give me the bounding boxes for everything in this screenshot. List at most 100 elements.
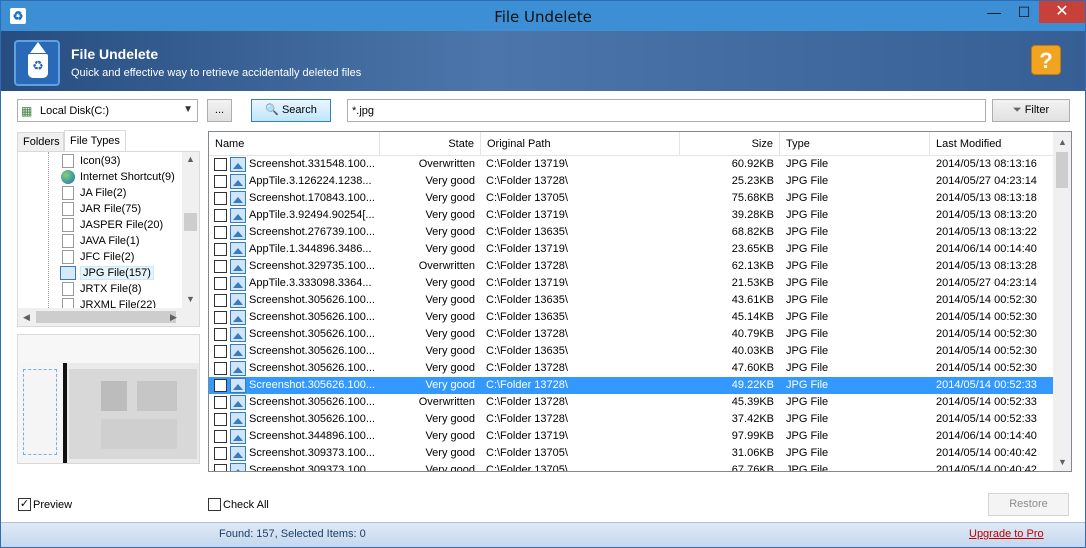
row-checkbox[interactable] [214, 430, 227, 443]
cell-last-modified: 2014/05/14 00:40:42 [936, 447, 1037, 459]
row-checkbox[interactable] [214, 175, 227, 188]
row-checkbox[interactable] [214, 345, 227, 358]
table-row[interactable]: Screenshot.309373.100... Very good C:\Fold… [209, 445, 1054, 462]
table-row[interactable]: Screenshot.305626.100... Very good C:\Fold… [209, 377, 1054, 394]
tab-folders[interactable]: Folders [17, 132, 64, 152]
table-row[interactable]: Screenshot.344896.100... Very good C:\Fold… [209, 428, 1054, 445]
table-row[interactable]: Screenshot.309373.100... Very good C:\Fold… [209, 462, 1054, 471]
column-header-last-modified[interactable]: Last Modified [930, 132, 1071, 156]
close-button[interactable]: ✕ [1039, 1, 1085, 23]
cell-state: Very good [425, 430, 475, 442]
cell-size: 62.13KB [731, 260, 774, 272]
row-checkbox[interactable] [214, 192, 227, 205]
cell-size: 40.79KB [731, 328, 774, 340]
search-input[interactable] [347, 99, 986, 122]
row-checkbox[interactable] [214, 328, 227, 341]
check-all-checkbox[interactable] [208, 498, 221, 511]
table-row[interactable]: Screenshot.276739.100... Very good C:\Fold… [209, 224, 1054, 241]
table-row[interactable]: Screenshot.305626.100... Very good C:\Fold… [209, 343, 1054, 360]
row-checkbox[interactable] [214, 447, 227, 460]
cell-size: 23.65KB [731, 243, 774, 255]
preview-pane [17, 334, 200, 464]
tree-item[interactable]: JAVA File(1) [60, 233, 140, 249]
row-checkbox[interactable] [214, 243, 227, 256]
row-checkbox[interactable] [214, 464, 227, 471]
row-checkbox[interactable] [214, 379, 227, 392]
file-icon [62, 186, 74, 200]
cell-last-modified: 2014/05/27 04:23:14 [936, 277, 1037, 289]
tree-item[interactable]: JRTX File(8) [60, 281, 142, 297]
table-row[interactable]: Screenshot.170843.100... Very good C:\Fold… [209, 190, 1054, 207]
banner-subtitle: Quick and effective way to retrieve acci… [71, 67, 362, 79]
table-row[interactable]: Screenshot.331548.100... Overwritten C:\Fo… [209, 156, 1054, 173]
cell-original-path: C:\Folder 13719\ [486, 430, 568, 442]
cell-last-modified: 2014/05/14 00:52:30 [936, 328, 1037, 340]
table-row[interactable]: AppTile.3.92494.90254[... Very good C:\Fol… [209, 207, 1054, 224]
column-header-type[interactable]: Type [780, 132, 930, 156]
column-header-name[interactable]: Name [209, 132, 380, 156]
table-row[interactable]: AppTile.1.344896.3486... Very good C:\Fold… [209, 241, 1054, 258]
scroll-right-icon[interactable]: ▶ [170, 312, 177, 323]
browse-button[interactable]: ... [207, 99, 232, 122]
tree-item[interactable]: JRXML File(22) [60, 297, 156, 308]
funnel-icon: ⏷ [1012, 104, 1022, 116]
row-checkbox[interactable] [214, 311, 227, 324]
cell-name: Screenshot.344896.100... [249, 430, 375, 442]
scroll-down-icon[interactable]: ▼ [186, 294, 195, 304]
row-checkbox[interactable] [214, 226, 227, 239]
minimize-button[interactable]: — [979, 1, 1009, 23]
scroll-left-icon[interactable]: ◀ [23, 312, 30, 323]
column-header-original-path[interactable]: Original Path [481, 132, 680, 156]
row-checkbox[interactable] [214, 294, 227, 307]
row-checkbox[interactable] [214, 396, 227, 409]
row-checkbox[interactable] [214, 277, 227, 290]
cell-size: 43.61KB [731, 294, 774, 306]
tree-item[interactable]: JA File(2) [60, 185, 126, 201]
row-checkbox[interactable] [214, 362, 227, 375]
restore-button[interactable]: Restore [988, 493, 1069, 516]
table-row[interactable]: Screenshot.305626.100... Very good C:\Fold… [209, 360, 1054, 377]
scroll-down-icon[interactable]: ▼ [1058, 457, 1067, 467]
image-file-icon [230, 361, 246, 376]
tree-item[interactable]: JFC File(2) [60, 249, 134, 265]
tree-vertical-scrollbar[interactable]: ▲ ▼ [182, 152, 199, 308]
scroll-up-icon[interactable]: ▲ [186, 154, 195, 164]
image-file-icon [230, 208, 246, 223]
column-header-size[interactable]: Size [680, 132, 780, 156]
drive-dropdown[interactable]: ▦ Local Disk(C:) ▼ [17, 99, 198, 122]
tree-item[interactable]: Internet Shortcut(9) [60, 169, 175, 185]
cell-state: Very good [425, 447, 475, 459]
table-vertical-scrollbar[interactable]: ▲ ▼ [1053, 132, 1071, 471]
tree-item[interactable]: JAR File(75) [60, 201, 141, 217]
scroll-up-icon[interactable]: ▲ [1058, 137, 1067, 147]
search-button[interactable]: 🔍 Search [251, 99, 331, 122]
cell-original-path: C:\Folder 13728\ [486, 379, 568, 391]
cell-last-modified: 2014/05/13 08:13:16 [936, 158, 1037, 170]
cell-size: 31.06KB [731, 447, 774, 459]
tree-item-selected[interactable]: JPG File(157) [60, 265, 154, 281]
table-row[interactable]: AppTile.3.126224.1238... Very good C:\Fold… [209, 173, 1054, 190]
row-checkbox[interactable] [214, 260, 227, 273]
help-icon[interactable]: ? [1031, 45, 1061, 75]
table-row[interactable]: Screenshot.305626.100... Overwritten C:\Fo… [209, 394, 1054, 411]
preview-checkbox[interactable]: ✓ [18, 498, 31, 511]
row-checkbox[interactable] [214, 209, 227, 222]
table-row[interactable]: Screenshot.329735.100... Overwritten C:\Fo… [209, 258, 1054, 275]
table-row[interactable]: Screenshot.305626.100... Very good C:\Fold… [209, 411, 1054, 428]
tree-horizontal-scrollbar[interactable]: ◀ ▶ [18, 308, 199, 326]
table-row[interactable]: Screenshot.305626.100... Very good C:\Fold… [209, 326, 1054, 343]
maximize-button[interactable]: ☐ [1009, 1, 1039, 23]
tree-item[interactable]: Icon(93) [60, 153, 120, 169]
filter-button[interactable]: ⏷ Filter [992, 99, 1070, 122]
table-row[interactable]: Screenshot.305626.100... Very good C:\Fold… [209, 292, 1054, 309]
cell-name: Screenshot.331548.100... [249, 158, 375, 170]
table-row[interactable]: AppTile.3.333098.3364... Very good C:\Fold… [209, 275, 1054, 292]
upgrade-link[interactable]: Upgrade to Pro [969, 528, 1044, 540]
tree-item[interactable]: JASPER File(20) [60, 217, 163, 233]
column-header-state[interactable]: State [380, 132, 481, 156]
row-checkbox[interactable] [214, 413, 227, 426]
app-window: ♻ File Undelete — ☐ ✕ ♻ File Undelete Qu… [0, 0, 1086, 548]
row-checkbox[interactable] [214, 158, 227, 171]
tab-file-types[interactable]: File Types [64, 130, 126, 152]
table-row[interactable]: Screenshot.305626.100... Very good C:\Fold… [209, 309, 1054, 326]
